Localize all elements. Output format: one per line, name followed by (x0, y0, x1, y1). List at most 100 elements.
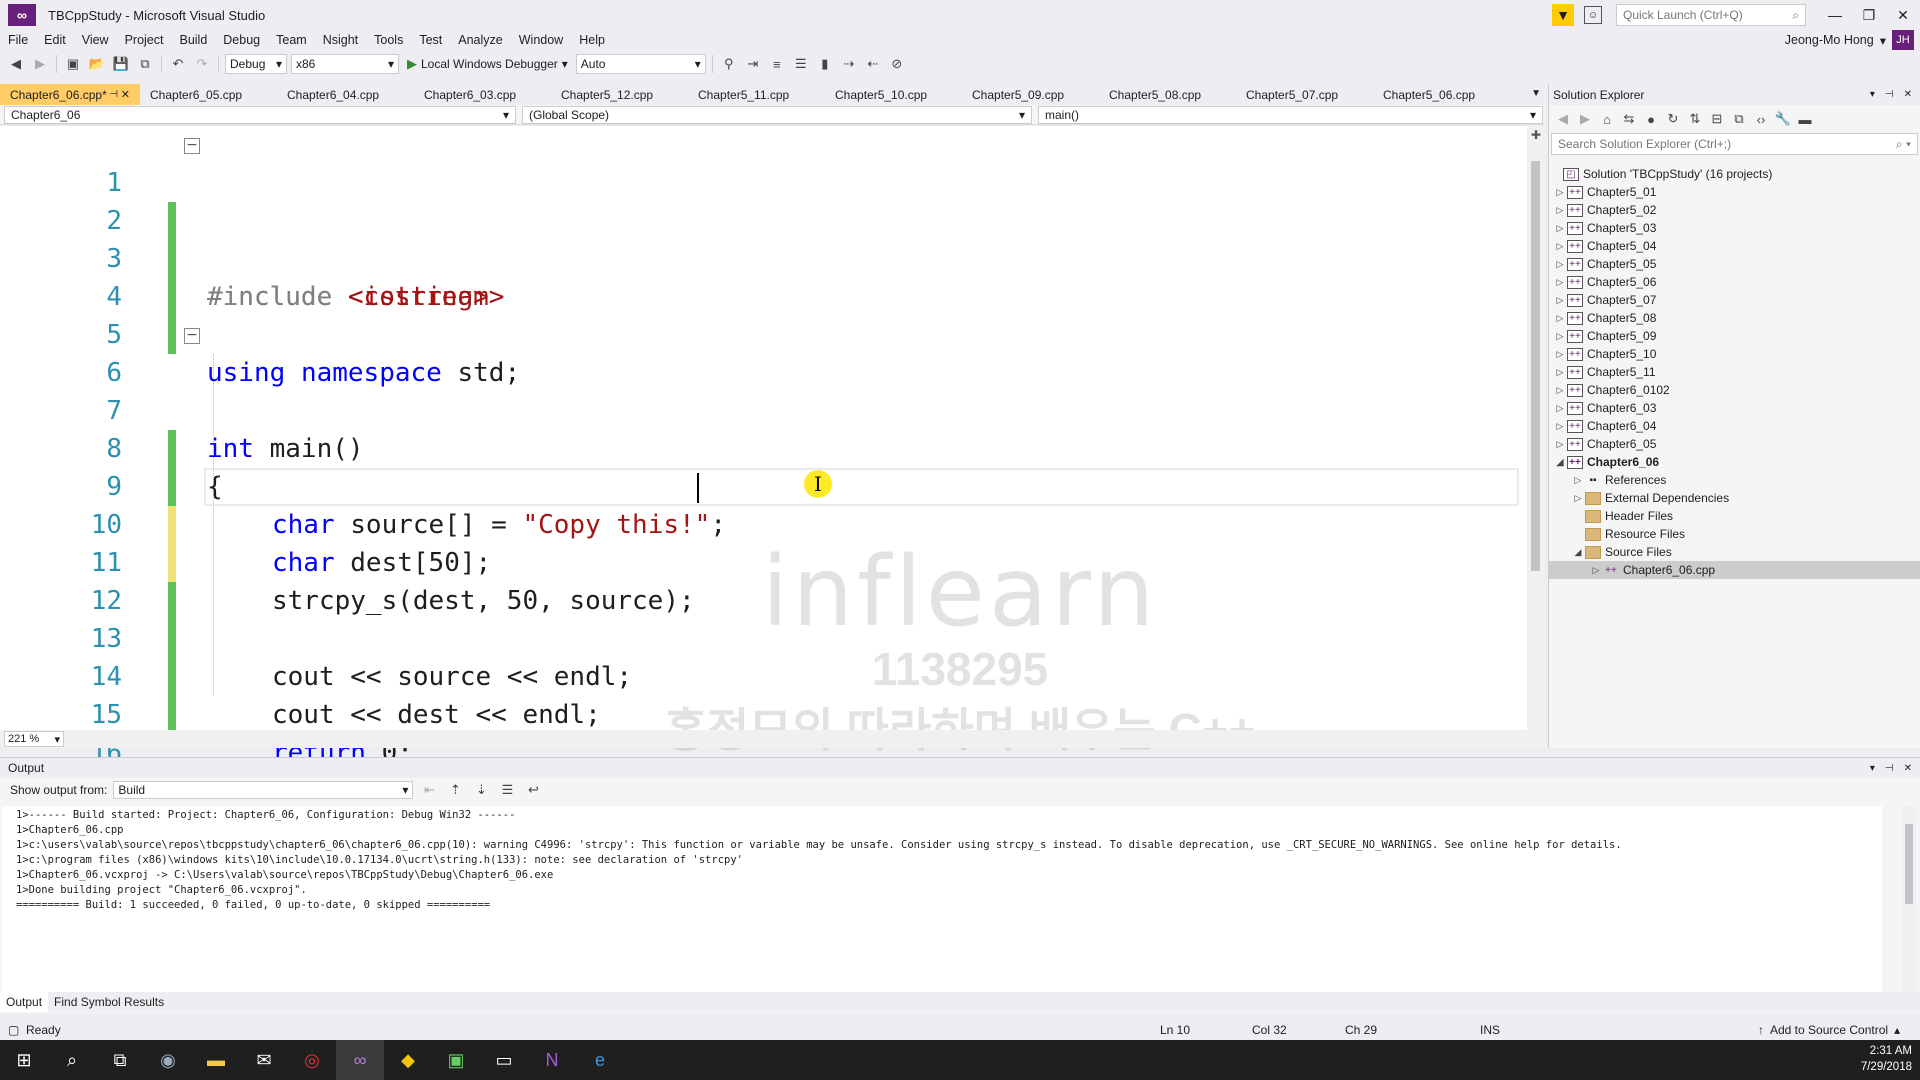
chrome-icon[interactable]: ◎ (288, 1040, 336, 1080)
back-icon[interactable]: ◀ (1553, 109, 1573, 129)
pin-icon[interactable]: ⊣ (1885, 763, 1894, 774)
clear-bookmarks-icon[interactable]: ⊘ (887, 54, 907, 74)
internet-explorer-icon[interactable]: e (576, 1040, 624, 1080)
windows-start-icon[interactable]: ⊞ (0, 1040, 48, 1080)
menu-help[interactable]: Help (571, 33, 613, 47)
visual-studio-taskbar-icon[interactable]: ∞ (336, 1040, 384, 1080)
solution-search-input[interactable]: Search Solution Explorer (Ctrl+;) ⌕ ▾ (1551, 133, 1918, 155)
tab-chapter5-06[interactable]: Chapter5_06.cpp (1373, 84, 1510, 105)
tree-project[interactable]: ▷ ++ Chapter5_08 (1549, 309, 1920, 327)
tab-find-symbol-results[interactable]: Find Symbol Results (48, 992, 170, 1012)
code-editor[interactable]: 1 − #include <iostream> 2 #include <cstr… (0, 126, 1545, 820)
add-to-source-control-button[interactable]: ↑ Add to Source Control ▴ (1758, 1023, 1900, 1037)
user-avatar[interactable]: JH (1892, 30, 1914, 50)
sync-icon[interactable]: ⇅ (1685, 109, 1705, 129)
expand-icon[interactable]: ▷ (1553, 385, 1567, 396)
output-source-select[interactable]: Build ▾ (113, 781, 414, 799)
menu-edit[interactable]: Edit (36, 33, 74, 47)
menu-window[interactable]: Window (511, 33, 571, 47)
close-icon[interactable]: ✕ (1904, 89, 1912, 100)
tree-project[interactable]: ▷ ++ Chapter6_04 (1549, 417, 1920, 435)
expand-icon[interactable]: ▷ (1553, 313, 1567, 324)
save-icon[interactable]: 💾 (111, 54, 131, 74)
menu-team[interactable]: Team (268, 33, 315, 47)
tree-references[interactable]: ▷ ▪▪ References (1549, 471, 1920, 489)
expand-icon[interactable]: ▷ (1553, 295, 1567, 306)
uncomment-icon[interactable]: ☰ (791, 54, 811, 74)
tree-resource-files[interactable]: Resource Files (1549, 525, 1920, 543)
previous-message-icon[interactable]: ⇡ (445, 780, 465, 800)
tree-solution[interactable]: ◰ Solution 'TBCppStudy' (16 projects) (1549, 165, 1920, 183)
collapse-icon[interactable]: − (184, 138, 200, 154)
debugger-mode-select[interactable]: Auto ▾ (575, 54, 706, 74)
menu-file[interactable]: File (0, 33, 36, 47)
tree-project[interactable]: ▷ ++ Chapter5_06 (1549, 273, 1920, 291)
git-app-icon[interactable]: ◆ (384, 1040, 432, 1080)
expand-icon[interactable]: ▷ (1553, 223, 1567, 234)
word-wrap-icon[interactable]: ↩ (523, 780, 543, 800)
panel-menu-icon[interactable]: ▾ (1870, 89, 1875, 100)
zoom-select[interactable]: 221 % ▾ (4, 731, 64, 747)
forward-icon[interactable]: ▶ (30, 54, 50, 74)
menu-nsight[interactable]: Nsight (315, 33, 366, 47)
expand-icon[interactable]: ▷ (1589, 565, 1603, 576)
next-message-icon[interactable]: ⇣ (471, 780, 491, 800)
restore-button[interactable]: ❐ (1852, 0, 1886, 30)
expand-icon[interactable]: ▷ (1553, 259, 1567, 270)
tab-chapter5-11[interactable]: Chapter5_11.cpp (688, 84, 825, 105)
tree-external-dependencies[interactable]: ▷ External Dependencies (1549, 489, 1920, 507)
back-icon[interactable]: ◀ (6, 54, 26, 74)
home-icon[interactable]: ⌂ (1597, 109, 1617, 129)
tree-project[interactable]: ▷ ++ Chapter6_03 (1549, 399, 1920, 417)
tree-project[interactable]: ▷ ++ Chapter5_01 (1549, 183, 1920, 201)
tree-source-file[interactable]: ▷ ++ Chapter6_06.cpp (1549, 561, 1920, 579)
project-combo[interactable]: Chapter6_06 ▾ (4, 105, 516, 124)
scrollbar-thumb[interactable] (1531, 161, 1540, 571)
tree-project-active[interactable]: ◢ ++ Chapter6_06 (1549, 453, 1920, 471)
tree-header-files[interactable]: Header Files (1549, 507, 1920, 525)
new-project-icon[interactable]: ▣ (63, 54, 83, 74)
scrollbar-thumb[interactable] (1905, 824, 1913, 904)
tree-project[interactable]: ▷ ++ Chapter5_11 (1549, 363, 1920, 381)
tab-chapter5-08[interactable]: Chapter5_08.cpp (1099, 84, 1236, 105)
scope-combo[interactable]: (Global Scope) ▾ (522, 105, 1032, 124)
tab-chapter5-12[interactable]: Chapter5_12.cpp (551, 84, 688, 105)
solution-platform-select[interactable]: x86 ▾ (291, 54, 399, 74)
tab-overflow-icon[interactable]: ▼ (1531, 88, 1541, 99)
expand-icon[interactable]: ▷ (1553, 439, 1567, 450)
notification-filter-icon[interactable]: ▼ (1552, 4, 1574, 26)
close-button[interactable]: ✕ (1886, 0, 1920, 30)
tree-project[interactable]: ▷ ++ Chapter6_05 (1549, 435, 1920, 453)
panel-menu-icon[interactable]: ▾ (1870, 763, 1875, 774)
output-text[interactable]: 1>------ Build started: Project: Chapter… (2, 806, 1882, 996)
comment-icon[interactable]: ≡ (767, 54, 787, 74)
tab-chapter5-09[interactable]: Chapter5_09.cpp (962, 84, 1099, 105)
forward-icon[interactable]: ▶ (1575, 109, 1595, 129)
minimize-button[interactable]: — (1818, 0, 1852, 30)
expand-icon[interactable]: ▷ (1571, 493, 1585, 504)
expand-icon[interactable]: ▷ (1553, 421, 1567, 432)
collapse-icon[interactable]: − (184, 328, 200, 344)
expand-icon[interactable]: ▷ (1553, 331, 1567, 342)
undo-icon[interactable]: ↶ (168, 54, 188, 74)
close-icon[interactable]: ✕ (121, 88, 130, 101)
pending-changes-icon[interactable]: ● (1641, 109, 1661, 129)
window-app-icon[interactable]: ▭ (480, 1040, 528, 1080)
tree-project[interactable]: ▷ ++ Chapter5_09 (1549, 327, 1920, 345)
terminal-app-icon[interactable]: ▣ (432, 1040, 480, 1080)
tab-chapter6-06[interactable]: Chapter6_06.cpp* ⊣ ✕ (0, 84, 140, 105)
tree-project[interactable]: ▷ ++ Chapter5_04 (1549, 237, 1920, 255)
tree-project[interactable]: ▷ ++ Chapter5_02 (1549, 201, 1920, 219)
expand-icon[interactable]: ▷ (1553, 349, 1567, 360)
tab-chapter5-10[interactable]: Chapter5_10.cpp (825, 84, 962, 105)
search-icon[interactable]: ⌕ (48, 1040, 96, 1080)
view-code-icon[interactable]: ‹› (1751, 109, 1771, 129)
redo-icon[interactable]: ↷ (192, 54, 212, 74)
menu-project[interactable]: Project (117, 33, 172, 47)
prev-bookmark-icon[interactable]: ⇠ (863, 54, 883, 74)
tab-chapter5-07[interactable]: Chapter5_07.cpp (1236, 84, 1373, 105)
split-window-icon[interactable]: ✚ (1529, 128, 1543, 142)
step-icon[interactable]: ⇥ (743, 54, 763, 74)
menu-tools[interactable]: Tools (366, 33, 411, 47)
menu-debug[interactable]: Debug (215, 33, 268, 47)
